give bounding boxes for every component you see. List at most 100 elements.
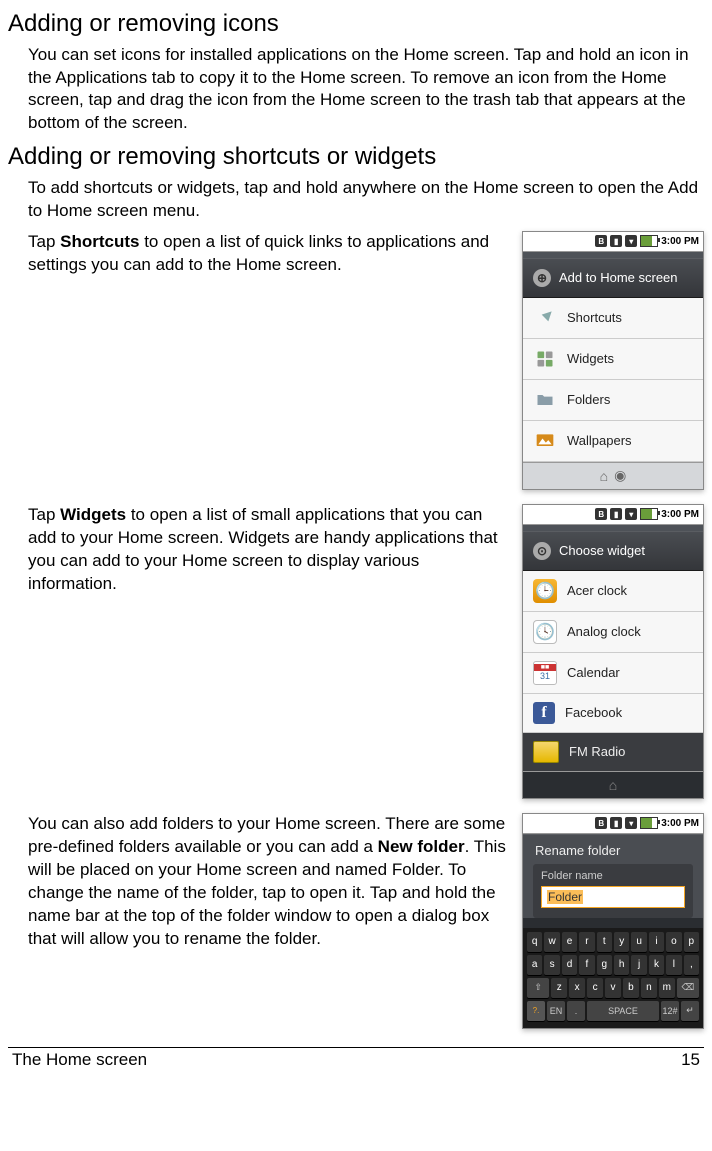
key-k[interactable]: k (649, 955, 664, 975)
dialog-header-label: Add to Home screen (559, 270, 678, 285)
key-z[interactable]: z (551, 978, 567, 998)
status-time: 3:00 PM (661, 818, 699, 829)
list-item[interactable]: 🕓 Analog clock (523, 612, 703, 653)
add-icon: ⊕ (533, 269, 551, 287)
list-item[interactable]: f Facebook (523, 694, 703, 733)
key-q[interactable]: q (527, 932, 542, 952)
phone-nav-footer: ⌂ ◉ (523, 462, 703, 489)
screenshot-add-to-home: B ▮ ▾ 3:00 PM ⊕ Add to Home screen Short… (522, 231, 704, 490)
bold-new-folder: New folder (378, 837, 465, 856)
key-shift[interactable]: ⇧ (527, 978, 549, 998)
list-item[interactable]: Folders (523, 380, 703, 421)
status-time: 3:00 PM (661, 509, 699, 520)
screenshot-rename-folder: B ▮ ▾ 3:00 PM Rename folder Folder name … (522, 813, 704, 1029)
bold-shortcuts: Shortcuts (60, 232, 139, 251)
key-s[interactable]: s (544, 955, 559, 975)
key-m[interactable]: m (659, 978, 675, 998)
list-item[interactable]: Wallpapers (523, 421, 703, 462)
key-j[interactable]: j (631, 955, 646, 975)
list-item[interactable]: Shortcuts (523, 298, 703, 339)
key-lang[interactable]: EN (547, 1001, 565, 1021)
signal-icon: ▮ (610, 817, 622, 829)
list-item[interactable]: FM Radio (523, 733, 703, 771)
screenshot-choose-widget: B ▮ ▾ 3:00 PM ⊙ Choose widget 🕒 Acer clo… (522, 504, 704, 799)
battery-icon (640, 235, 658, 247)
status-time: 3:00 PM (661, 236, 699, 247)
key-d[interactable]: d (562, 955, 577, 975)
bluetooth-icon: B (595, 508, 607, 520)
widgets-icon (533, 347, 557, 371)
key-space[interactable]: SPACE (587, 1001, 659, 1021)
key-a[interactable]: a (527, 955, 542, 975)
list-item[interactable]: ■■31 Calendar (523, 653, 703, 694)
key-x[interactable]: x (569, 978, 585, 998)
key-backspace[interactable]: ⌫ (677, 978, 699, 998)
dialog-header: ⊕ Add to Home screen (523, 258, 703, 298)
list-item-label: Calendar (567, 665, 620, 680)
field-label: Folder name (541, 870, 685, 882)
bluetooth-icon: B (595, 235, 607, 247)
folders-icon (533, 388, 557, 412)
para-icons: You can set icons for installed applicat… (28, 44, 704, 136)
acer-clock-icon: 🕒 (533, 579, 557, 603)
key-l[interactable]: l (666, 955, 681, 975)
dots-icon: ◉ (614, 467, 626, 484)
list-item-label: Widgets (567, 351, 614, 366)
list-item-label: FM Radio (569, 744, 625, 759)
text-fragment: Tap (28, 505, 60, 524)
para-widgets: Tap Widgets to open a list of small appl… (28, 504, 510, 596)
key-h[interactable]: h (614, 955, 629, 975)
list-item-label: Shortcuts (567, 310, 622, 325)
phone-nav-footer: ⌂ (523, 771, 703, 798)
bluetooth-icon: B (595, 817, 607, 829)
key-b[interactable]: b (623, 978, 639, 998)
calendar-icon: ■■31 (533, 661, 557, 685)
key-n[interactable]: n (641, 978, 657, 998)
key-symbols[interactable]: ?. (527, 1001, 545, 1021)
key-w[interactable]: w (544, 932, 559, 952)
wifi-icon: ▾ (625, 235, 637, 247)
key-g[interactable]: g (597, 955, 612, 975)
folder-name-input[interactable]: Folder (541, 886, 685, 908)
key-p[interactable]: p (684, 932, 699, 952)
home-icon: ⌂ (600, 468, 608, 484)
status-bar: B ▮ ▾ 3:00 PM (523, 505, 703, 525)
key-o[interactable]: o (666, 932, 681, 952)
analog-clock-icon: 🕓 (533, 620, 557, 644)
dialog-title: Rename folder (523, 834, 703, 864)
key-v[interactable]: v (605, 978, 621, 998)
status-bar: B ▮ ▾ 3:00 PM (523, 814, 703, 834)
key-t[interactable]: t (597, 932, 612, 952)
key-u[interactable]: u (631, 932, 646, 952)
list-item-label: Folders (567, 392, 610, 407)
key-y[interactable]: y (614, 932, 629, 952)
battery-icon (640, 817, 658, 829)
key-comma[interactable]: , (684, 955, 699, 975)
choose-icon: ⊙ (533, 542, 551, 560)
status-bar: B ▮ ▾ 3:00 PM (523, 232, 703, 252)
list-item[interactable]: 🕒 Acer clock (523, 571, 703, 612)
list-item-label: Wallpapers (567, 433, 632, 448)
dialog-header: ⊙ Choose widget (523, 531, 703, 571)
list-item[interactable]: Widgets (523, 339, 703, 380)
wifi-icon: ▾ (625, 508, 637, 520)
list-item-label: Acer clock (567, 583, 627, 598)
key-c[interactable]: c (587, 978, 603, 998)
key-r[interactable]: r (579, 932, 594, 952)
list-item-label: Facebook (565, 705, 622, 720)
fm-radio-icon (533, 741, 559, 763)
key-enter[interactable]: ↵ (681, 1001, 699, 1021)
heading-adding-removing-shortcuts-widgets: Adding or removing shortcuts or widgets (8, 143, 704, 171)
key-e[interactable]: e (562, 932, 577, 952)
text-fragment: Tap (28, 232, 60, 251)
home-icon: ⌂ (609, 777, 617, 793)
signal-icon: ▮ (610, 235, 622, 247)
para-add-menu: To add shortcuts or widgets, tap and hol… (28, 177, 704, 223)
key-i[interactable]: i (649, 932, 664, 952)
key-numeric[interactable]: 12# (661, 1001, 679, 1021)
list-item-label: Analog clock (567, 624, 641, 639)
page-rule (8, 1047, 704, 1048)
signal-icon: ▮ (610, 508, 622, 520)
key-period[interactable]: . (567, 1001, 585, 1021)
key-f[interactable]: f (579, 955, 594, 975)
